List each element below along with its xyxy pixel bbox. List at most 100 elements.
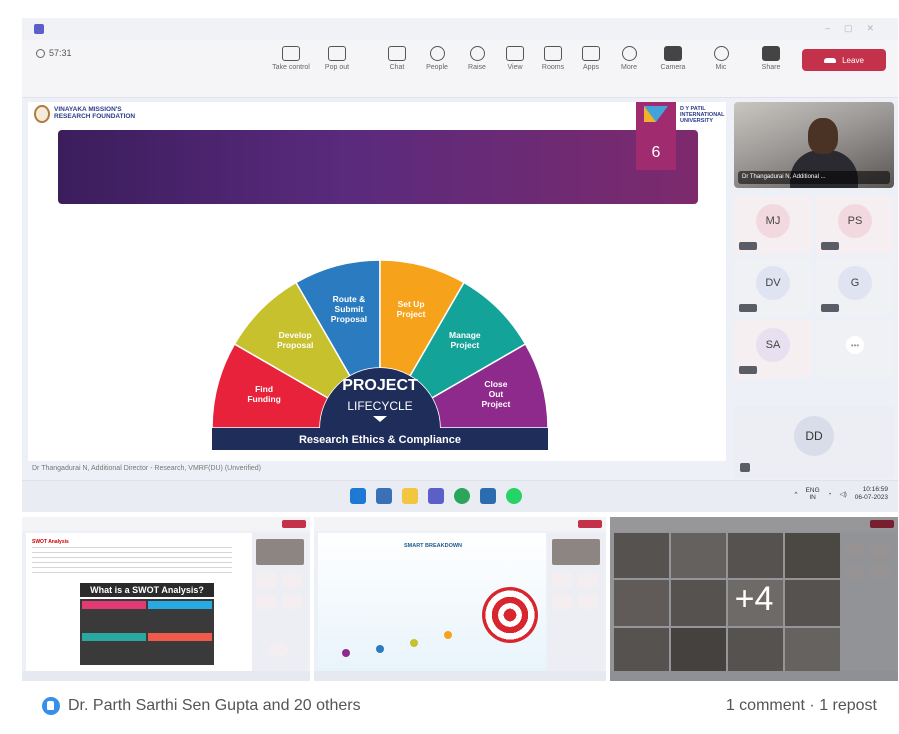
chat-icon — [388, 46, 406, 61]
featured-video-tile[interactable]: Dr Thangadurai N, Additional ... — [734, 102, 894, 188]
thumbnail-smart[interactable]: SMART BREAKDOWN — [314, 517, 606, 681]
swot-grid — [80, 599, 214, 665]
avatar: MJ — [756, 204, 790, 238]
presenter-caption-bar: Dr Thangadurai N, Additional Director - … — [28, 461, 726, 479]
participant-tile[interactable]: MJ — [734, 196, 812, 254]
smart-title: SMART BREAKDOWN — [403, 543, 463, 549]
more-icon — [621, 46, 637, 61]
teams-taskbar-icon[interactable] — [428, 488, 444, 504]
linkedin-post-media: –▢✕ 57:31 Take control Pop out Chat Peop… — [0, 0, 899, 734]
participants-panel: Dr Thangadurai N, Additional ... MJ PS D… — [732, 102, 896, 478]
mic-button[interactable]: Mic — [698, 46, 744, 71]
windows-start-icon[interactable] — [350, 488, 366, 504]
camera-button[interactable]: Camera — [650, 46, 696, 71]
center-title: PROJECT — [342, 377, 418, 394]
avatar: SA — [756, 328, 790, 362]
post-social-bar: Dr. Parth Sarthi Sen Gupta and 20 others… — [0, 686, 899, 734]
featured-name: Dr Thangadurai N, Additional ... — [738, 171, 890, 184]
rooms-icon — [544, 46, 562, 61]
ethics-bar-label: Research Ethics & Compliance — [299, 434, 461, 446]
shared-slide: VINAYAKA MISSION'S RESEARCH FOUNDATION 6… — [28, 102, 726, 462]
avatar: G — [838, 266, 872, 300]
mic-off-icon — [740, 463, 750, 472]
pop-out-icon — [328, 46, 346, 61]
volume-icon[interactable]: ◁) — [840, 490, 847, 498]
participant-tile[interactable]: G — [816, 258, 894, 316]
chevron-up-icon[interactable]: ^ — [794, 491, 797, 498]
slide-banner — [58, 130, 698, 204]
task-view-icon[interactable] — [376, 488, 392, 504]
share-button[interactable]: Share — [748, 46, 794, 71]
avatar: PS — [838, 204, 872, 238]
thumbnail-more[interactable]: +4 — [610, 517, 898, 681]
lifecycle-segment-label: Develop Proposal — [277, 330, 313, 350]
raise-hand-icon — [469, 46, 485, 61]
language-indicator[interactable]: ENG IN — [806, 487, 820, 501]
avatar: DV — [756, 266, 790, 300]
participant-tile[interactable]: PS — [816, 196, 894, 254]
view-icon — [506, 46, 524, 61]
thumbnail-swot[interactable]: SWOT Analysis What is a SWOT Analysis? — [22, 517, 310, 681]
shield-icon — [36, 48, 45, 58]
target-icon — [482, 587, 538, 643]
participant-tile[interactable]: DV — [734, 258, 812, 316]
lifecycle-segment-label: Manage Project — [449, 330, 481, 350]
vmrf-logo — [34, 105, 50, 123]
swot-title: What is a SWOT Analysis? — [80, 583, 214, 597]
reactions-summary[interactable]: Dr. Parth Sarthi Sen Gupta and 20 others — [42, 697, 361, 715]
pop-out-button[interactable]: Pop out — [314, 46, 360, 71]
lifecycle-segment-label: Set Up Project — [397, 299, 426, 319]
smart-slide: SMART BREAKDOWN — [318, 533, 546, 671]
apps-icon — [582, 46, 600, 61]
slide-number: 6 — [651, 144, 661, 161]
avatar: DD — [794, 416, 834, 456]
tray-clock[interactable]: 10:16:59 06-07-2023 — [855, 486, 888, 502]
taskbar-apps — [350, 488, 522, 504]
window-controls: –▢✕ — [824, 23, 888, 33]
mic-off-icon — [739, 366, 757, 374]
more-participants-icon: ••• — [846, 336, 864, 354]
chrome-icon[interactable] — [454, 488, 470, 504]
more-images-overlay[interactable]: +4 — [610, 517, 898, 681]
lifecycle-segment-label: Route & Submit Proposal — [331, 294, 367, 324]
center-subtitle: LIFECYCLE — [347, 399, 412, 413]
file-explorer-icon[interactable] — [402, 488, 418, 504]
main-image[interactable]: –▢✕ 57:31 Take control Pop out Chat Peop… — [22, 18, 898, 512]
slide-number-box: 6 — [636, 102, 676, 170]
system-tray: ^ ENG IN ◔ ◁) 10:16:59 06-07-2023 — [794, 486, 888, 502]
speaker-head — [808, 118, 838, 154]
vmrf-wordmark: VINAYAKA MISSION'S RESEARCH FOUNDATION — [54, 106, 136, 120]
whatsapp-icon[interactable] — [506, 488, 522, 504]
camera-icon — [664, 46, 682, 61]
mic-off-icon — [821, 242, 839, 250]
dpiu-wordmark: D Y PATIL INTERNATIONAL UNIVERSITY — [680, 106, 725, 124]
participant-tile[interactable]: SA — [734, 320, 812, 378]
timer-label: 57:31 — [49, 48, 72, 58]
take-control-icon — [282, 46, 300, 61]
mic-off-icon — [739, 304, 757, 312]
wifi-icon[interactable]: ◔ — [828, 491, 832, 498]
outlook-icon[interactable] — [480, 488, 496, 504]
participant-tile-large[interactable]: DD — [734, 406, 894, 478]
like-icon — [42, 697, 60, 715]
meeting-timer: 57:31 — [36, 48, 72, 58]
leave-button[interactable]: Leave — [802, 49, 886, 71]
project-lifecycle-diagram: Find FundingDevelop ProposalRoute & Submit P… — [211, 259, 549, 450]
mic-off-icon — [821, 304, 839, 312]
teams-logo-icon — [34, 24, 44, 34]
presenter-caption: Dr Thangadurai N, Additional Director - … — [32, 465, 262, 472]
swot-slide: SWOT Analysis What is a SWOT Analysis? — [26, 533, 252, 671]
people-icon — [429, 46, 445, 61]
more-button[interactable]: More — [606, 46, 652, 71]
mic-icon — [713, 46, 729, 61]
engagement-counts[interactable]: 1 comment · 1 repost — [726, 697, 877, 715]
overflow-tile[interactable]: ••• — [816, 320, 894, 378]
dpiu-logo-icon — [644, 106, 668, 122]
phone-icon — [824, 57, 837, 63]
swot-heading: SWOT Analysis — [32, 539, 69, 545]
teams-title-bar: –▢✕ — [22, 18, 898, 40]
windows-taskbar: ^ ENG IN ◔ ◁) 10:16:59 06-07-2023 — [22, 480, 898, 512]
take-control-button[interactable]: Take control — [268, 46, 314, 71]
share-icon — [762, 46, 780, 61]
reactions-text: Dr. Parth Sarthi Sen Gupta and 20 others — [68, 697, 361, 714]
